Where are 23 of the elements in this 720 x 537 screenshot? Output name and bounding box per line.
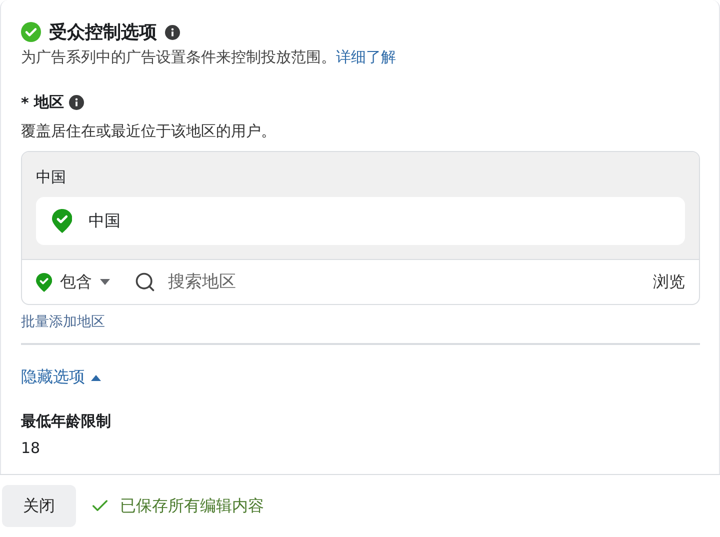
- location-help-text: 覆盖居住在或最近位于该地区的用户。: [21, 122, 277, 141]
- search-icon: [134, 271, 156, 293]
- location-group-title: 中国: [36, 168, 67, 187]
- min-age-value: 18: [21, 439, 42, 457]
- browse-button[interactable]: 浏览: [653, 272, 685, 292]
- include-dropdown[interactable]: 包含: [36, 272, 110, 292]
- bulk-add-link[interactable]: 批量添加地区: [21, 313, 105, 331]
- min-age-label: 最低年龄限制: [21, 412, 112, 431]
- save-status: 已保存所有编辑内容: [120, 496, 264, 516]
- location-pin-icon: [36, 272, 52, 292]
- info-icon[interactable]: [68, 95, 84, 110]
- location-label: 地区: [34, 93, 64, 112]
- caret-icon: [100, 279, 110, 285]
- section-title: 受众控制选项: [49, 21, 157, 44]
- location-pin-icon: [52, 209, 72, 233]
- close-button[interactable]: 关闭: [2, 485, 76, 527]
- location-item[interactable]: 中国: [36, 197, 685, 245]
- section-description: 为广告系列中的广告设置条件来控制投放范围。详细了解: [21, 48, 397, 67]
- options-toggle[interactable]: 隐藏选项: [21, 367, 101, 388]
- caret-icon: [91, 374, 101, 380]
- info-icon[interactable]: [165, 24, 180, 40]
- learn-more-link[interactable]: 详细了解: [336, 48, 396, 66]
- required-mark: *: [21, 94, 29, 112]
